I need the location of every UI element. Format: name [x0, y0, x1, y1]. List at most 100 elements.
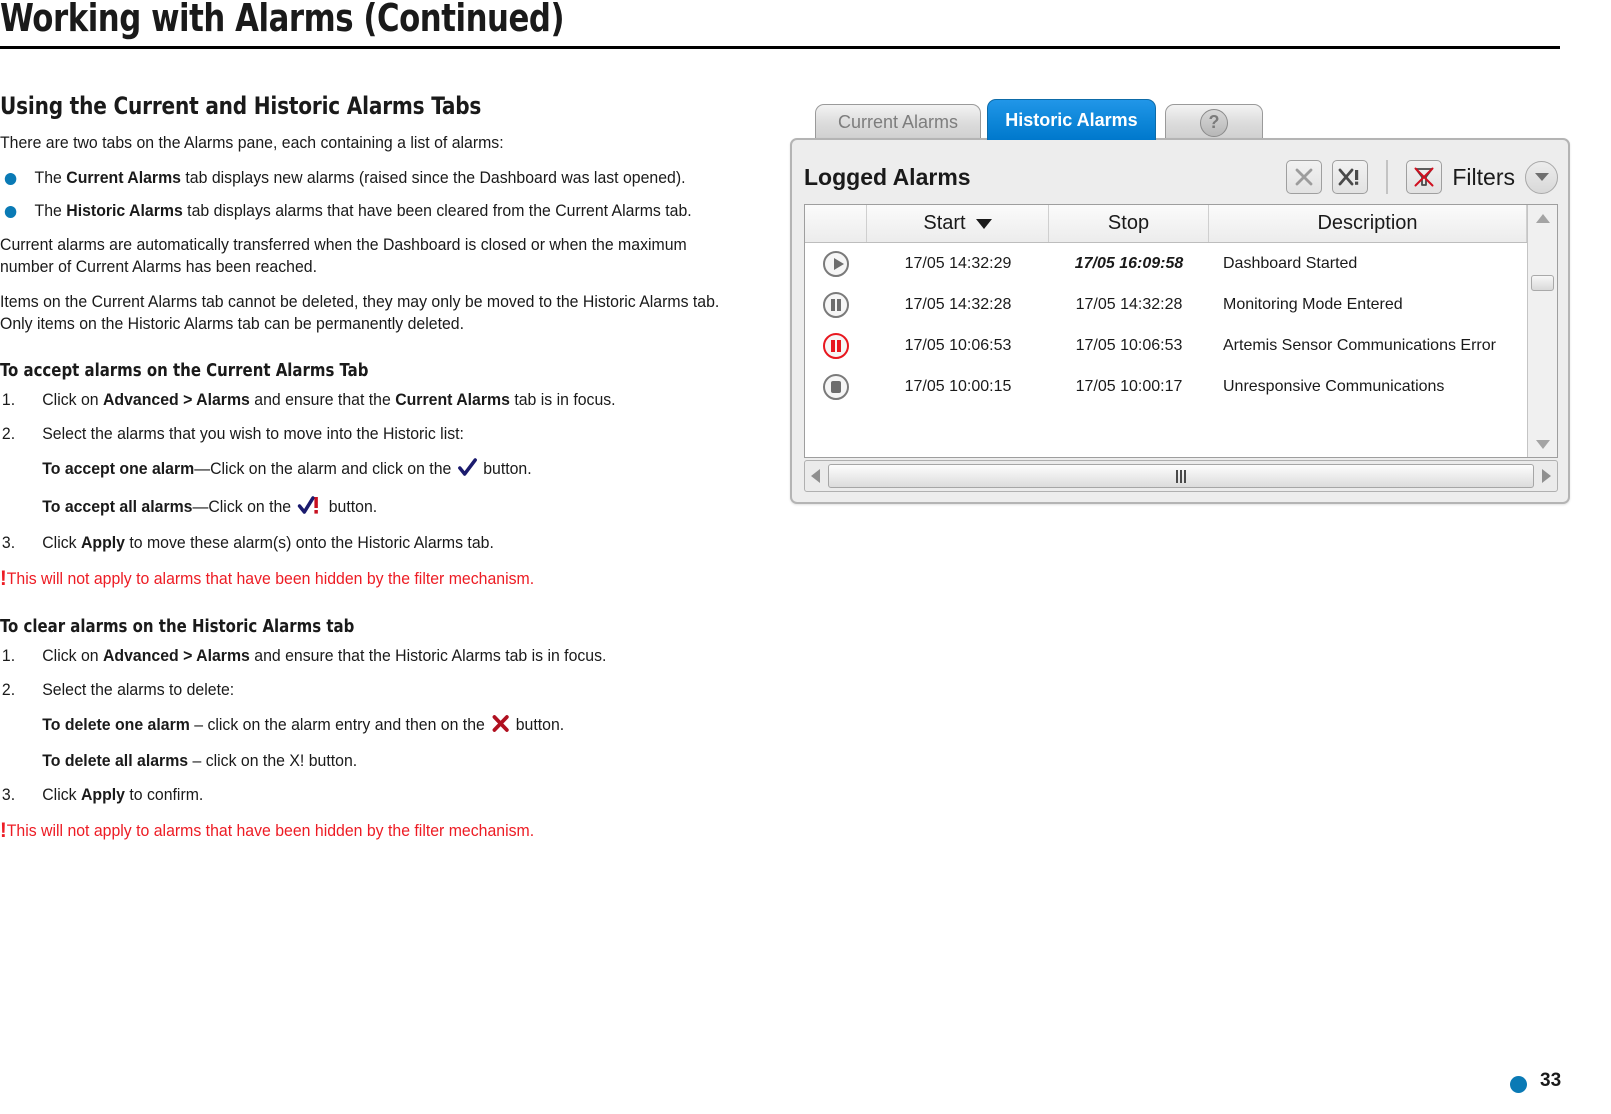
- table-row[interactable]: 17/05 10:06:53 17/05 10:06:53 Artemis Se…: [805, 325, 1527, 366]
- column-header-description[interactable]: Description: [1209, 205, 1527, 242]
- scroll-up-button[interactable]: [1528, 205, 1557, 231]
- accept-one-alarm-line: To accept one alarm—Click on the alarm a…: [0, 458, 730, 484]
- apply-bold: Apply: [80, 534, 125, 553]
- table-row[interactable]: 17/05 10:00:15 17/05 10:00:17 Unresponsi…: [805, 366, 1527, 407]
- delete-all-bold: To delete all alarms: [42, 752, 189, 771]
- column-header-description-label: Description: [1317, 212, 1418, 234]
- x-icon: [1295, 168, 1313, 186]
- row-description: Monitoring Mode Entered: [1223, 295, 1403, 313]
- step-number: 3.: [1, 786, 16, 805]
- delete-one-alarm-line: To delete one alarm – click on the alarm…: [0, 714, 730, 740]
- triangle-right-icon[interactable]: [1542, 469, 1551, 483]
- manual-page: Working with Alarms (Continued) Using th…: [0, 0, 1611, 1114]
- row-start: 17/05 14:32:28: [904, 295, 1012, 313]
- instructions-column: Using the Current and Historic Alarms Ta…: [0, 92, 760, 863]
- tab-help[interactable]: ?: [1165, 104, 1263, 140]
- tab-help-label: ?: [1208, 112, 1220, 132]
- exclamation-icon: !: [0, 567, 7, 591]
- clear-alarms-heading: To clear alarms on the Historic Alarms t…: [0, 617, 355, 638]
- column-header-status[interactable]: [805, 205, 867, 242]
- step-text: Select the alarms that you wish to move …: [42, 425, 464, 444]
- triangle-left-icon[interactable]: [811, 469, 820, 483]
- step-number: 2.: [1, 680, 16, 699]
- check-bang-icon: [297, 495, 322, 522]
- step-2: 2. Select the alarms that you wish to mo…: [0, 424, 730, 446]
- panel-title: Logged Alarms: [804, 163, 971, 190]
- delete-paragraph: Items on the Current Alarms tab cannot b…: [0, 292, 720, 333]
- row-stop: 17/05 10:06:53: [1075, 336, 1183, 354]
- accept-note: !This will not apply to alarms that have…: [0, 567, 730, 591]
- tab-current-alarms-label: Current Alarms: [837, 112, 959, 132]
- tab-current-alarms[interactable]: Current Alarms: [815, 104, 981, 140]
- vertical-scrollbar[interactable]: [1527, 205, 1557, 457]
- delete-one-tail: button.: [515, 715, 565, 734]
- row-stop: 17/05 14:32:28: [1075, 295, 1183, 313]
- row-status: [805, 250, 867, 277]
- row-description: Unresponsive Communications: [1223, 377, 1445, 395]
- accept-alarms-heading: To accept alarms on the Current Alarms T…: [0, 361, 369, 382]
- step-text-a: Click: [42, 786, 81, 805]
- delete-one-bold: To delete one alarm: [42, 715, 190, 734]
- bullet-dot-icon: [4, 172, 17, 185]
- tab-historic-alarms[interactable]: Historic Alarms: [987, 99, 1156, 140]
- step-text-c: and ensure that the Historic Alarms tab …: [249, 647, 607, 666]
- page-number: 33: [1540, 1070, 1562, 1091]
- column-header-stop[interactable]: Stop: [1049, 205, 1209, 242]
- accept-all-alarms-line: To accept all alarms—Click on the button…: [0, 495, 730, 522]
- clear-note: !This will not apply to alarms that have…: [0, 819, 730, 843]
- transfer-paragraph: Current alarms are automatically transfe…: [0, 236, 687, 277]
- delete-one-button[interactable]: [1286, 160, 1323, 194]
- step-number: 1.: [1, 391, 16, 410]
- table-row[interactable]: 17/05 14:32:28 17/05 14:32:28 Monitoring…: [805, 284, 1527, 325]
- clear-filters-button[interactable]: [1406, 160, 1443, 194]
- bullet-dot-icon: [4, 205, 17, 218]
- x-cross-icon: [491, 714, 509, 740]
- accept-all-tail: button.: [328, 497, 378, 516]
- caret-down-icon: [975, 218, 992, 229]
- horizontal-scrollbar[interactable]: [804, 460, 1558, 492]
- step-bold-menu: Advanced > Alarms: [102, 647, 250, 666]
- accept-note-text: This will not apply to alarms that have …: [6, 570, 535, 589]
- play-icon: [823, 250, 849, 277]
- stop-icon: [823, 373, 849, 400]
- scroll-down-button[interactable]: [1528, 431, 1557, 457]
- accept-one-tail: button.: [483, 459, 532, 478]
- delete-all-button[interactable]: [1332, 160, 1369, 194]
- bullet-post: tab displays alarms that have been clear…: [182, 201, 692, 220]
- filters-dropdown-button[interactable]: [1525, 160, 1558, 194]
- intro-paragraph: There are two tabs on the Alarms pane, e…: [0, 134, 504, 152]
- bullet-pre: The: [34, 201, 67, 220]
- step-text: Select the alarms to delete:: [42, 680, 235, 699]
- column-header-start[interactable]: Start: [867, 205, 1049, 242]
- table-row[interactable]: 17/05 14:32:29 17/05 16:09:58 Dashboard …: [805, 243, 1527, 284]
- step-2: 2. Select the alarms to delete:: [0, 680, 730, 702]
- row-start: 17/05 10:00:15: [904, 377, 1012, 395]
- row-status: [805, 373, 867, 400]
- row-description: Dashboard Started: [1223, 254, 1358, 272]
- pause-icon: [823, 291, 849, 318]
- triangle-down-icon: [1535, 439, 1550, 449]
- bullet-bold: Current Alarms: [66, 168, 182, 187]
- horizontal-scroll-thumb[interactable]: [828, 464, 1534, 488]
- step-text-c: and ensure that the: [249, 391, 396, 410]
- list-item: The Historic Alarms tab displays alarms …: [0, 201, 730, 223]
- chevron-down-icon: [1534, 172, 1549, 181]
- row-stop: 17/05 10:00:17: [1075, 377, 1183, 395]
- vertical-scroll-thumb[interactable]: [1531, 275, 1554, 291]
- question-mark-icon: ?: [1200, 108, 1228, 137]
- row-status: [805, 291, 867, 318]
- vertical-scroll-track[interactable]: [1528, 231, 1557, 431]
- clear-alarms-steps-cont: 3. Click Apply to confirm.: [0, 785, 760, 807]
- step-text-c: to confirm.: [124, 786, 204, 805]
- row-description: Artemis Sensor Communications Error: [1223, 336, 1496, 354]
- step-text-d: tab is in focus.: [509, 391, 616, 410]
- alarms-grid-main: Start Stop Description 17/05 14:32:29 17…: [805, 205, 1527, 457]
- bullet-pre: The: [34, 168, 67, 187]
- step-1: 1. Click on Advanced > Alarms and ensure…: [0, 390, 730, 412]
- bullet-bold: Historic Alarms: [66, 201, 183, 220]
- page-title: Working with Alarms (Continued): [0, 0, 565, 40]
- triangle-up-icon: [1535, 213, 1550, 223]
- alarms-pane-screenshot: Current Alarms Historic Alarms ? Logged …: [790, 96, 1570, 504]
- step-bold-tab: Current Alarms: [395, 391, 510, 410]
- delete-all-text: – click on the X! button.: [188, 752, 358, 771]
